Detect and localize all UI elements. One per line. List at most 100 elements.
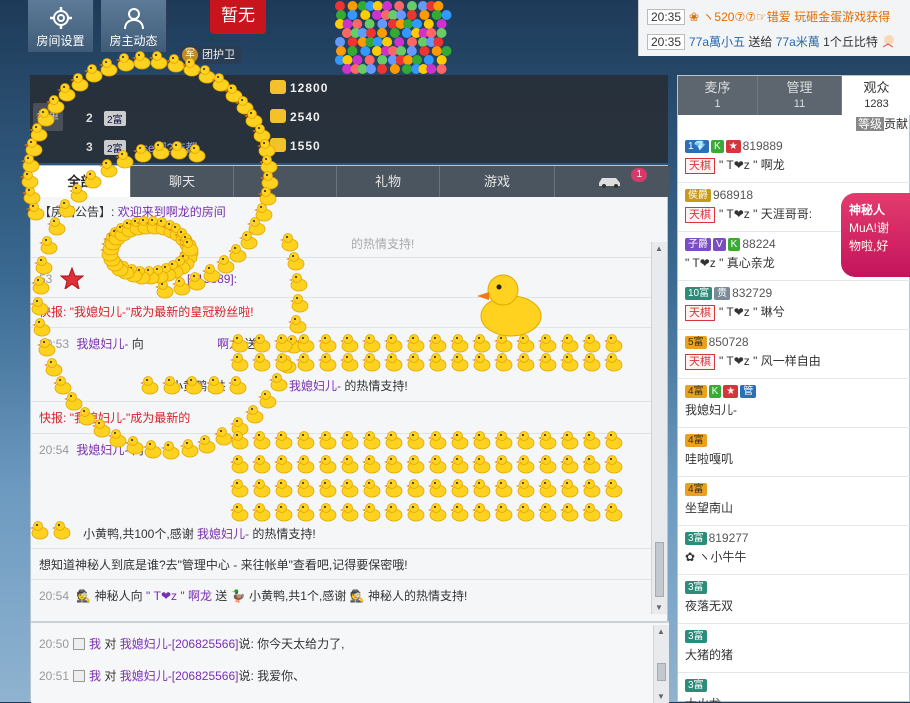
balloon	[396, 46, 407, 56]
tab-chat[interactable]: 聊天	[131, 166, 234, 197]
user-id[interactable]: [819889]:	[187, 272, 237, 286]
private-target[interactable]: 我媳妇儿-[206825566]	[120, 637, 239, 651]
user-name[interactable]: 大火龙	[685, 697, 721, 703]
balloon	[352, 19, 363, 29]
user-name[interactable]: ✿ ヽ小牛牛	[685, 550, 746, 564]
balloon	[407, 37, 418, 47]
user-name[interactable]: 大猪的猪	[685, 648, 733, 662]
user-name[interactable]: 夜落无双	[685, 599, 733, 613]
rank-number: 3	[86, 140, 93, 154]
chat-send: 送	[215, 589, 228, 603]
chat-username[interactable]: 我媳妇儿-	[197, 527, 249, 541]
user-tag: 天棋	[685, 305, 715, 321]
broadcast-user[interactable]: 77a萬小五	[689, 35, 745, 49]
host-updates-button[interactable]: 房主动态	[101, 0, 167, 52]
user-badge-icon: 贵	[714, 287, 731, 300]
chat-send: 送	[244, 337, 257, 351]
ranking-panel: 榜单 12800 2 2富 2540 3 2富 se啊?咋都 1550	[30, 75, 668, 163]
notice-label: 【房间公告】:	[39, 205, 115, 219]
ranking-row[interactable]: 2 2富 2540	[30, 104, 668, 133]
user-name[interactable]: " T❤z " 天涯哥哥:	[719, 207, 812, 221]
user-list-item[interactable]: 3富 大猪的猪	[678, 624, 910, 673]
audience-tabs: 麦序 1 管理 11 观众 1283	[678, 76, 910, 115]
scroll-up-arrow[interactable]: ▲	[655, 244, 663, 253]
chat-line: 53 [819889]:	[39, 266, 237, 291]
user-name[interactable]: " T❤z " 琳兮	[719, 305, 785, 319]
user-list-item[interactable]: 3富大火龙	[678, 673, 910, 703]
balloon	[366, 28, 377, 38]
chat-username[interactable]: 神秘人向	[95, 589, 143, 603]
balloon	[423, 19, 434, 29]
sort-by-contrib[interactable]: 贡献	[884, 117, 908, 131]
tab-label: 管理	[786, 80, 813, 95]
user-list-item[interactable]: 4富 坐望南山	[678, 477, 910, 526]
user-list-item[interactable]: 4富 哇啦嘎叽	[678, 428, 910, 477]
private-line: 20:50 我 对 我媳妇儿-[206825566]说: 你今天太给力了,	[39, 635, 345, 653]
star-badge-icon	[59, 266, 85, 291]
tab-car[interactable]: 1	[555, 166, 669, 197]
broadcast-box: 20:35 ❀ ヽ520⑦⑦☞错爱 玩砸金蛋游戏获得 20:35 77a萬小五 送给…	[638, 0, 910, 56]
tab-games[interactable]: 游戏	[440, 166, 555, 197]
ranking-row[interactable]: 12800	[30, 75, 668, 104]
user-name[interactable]: 坐望南山	[685, 501, 733, 515]
private-scrollbar[interactable]: ▲ ▼	[653, 625, 669, 703]
rank-number: 2	[86, 111, 93, 125]
scroll-up-arrow[interactable]: ▲	[657, 627, 665, 636]
user-row-bottom: 天棋 " T❤z " 啊龙	[685, 157, 785, 174]
balloon	[372, 37, 383, 47]
balloon	[436, 64, 447, 74]
user-name[interactable]: 哇啦嘎叽	[685, 452, 733, 466]
tab-admins[interactable]: 管理 11	[758, 76, 842, 115]
user-list-item[interactable]: 4富 K ★ 管我媳妇儿-	[678, 379, 910, 428]
user-name[interactable]: " T❤z " 风一样自由	[719, 354, 821, 368]
tab-third[interactable]	[234, 166, 337, 197]
chat-scrollbar[interactable]: ▲ ▼	[651, 242, 667, 614]
tab-gifts[interactable]: 礼物	[337, 166, 440, 197]
user-list-item[interactable]: 10富贵 832729 天棋 " T❤z " 琳兮	[678, 281, 910, 330]
guard-label[interactable]: 军 团护卫	[180, 46, 241, 64]
scroll-down-arrow[interactable]: ▼	[655, 603, 663, 612]
balloon	[360, 10, 371, 20]
mystery-panel[interactable]: 神秘人 MuA!谢 物啦,好	[841, 193, 910, 277]
chat-target[interactable]: 啊龙	[217, 337, 241, 351]
balloon	[419, 10, 430, 20]
balloon	[423, 55, 434, 65]
message-icon	[73, 670, 86, 682]
user-list-item[interactable]: 1💎 K ★ 819889 天棋 " T❤z " 啊龙	[678, 134, 910, 183]
scroll-thumb[interactable]	[655, 542, 664, 597]
user-row-bottom: 天棋 " T❤z " 琳兮	[685, 304, 785, 321]
tab-mic-queue[interactable]: 麦序 1	[678, 76, 758, 115]
chat-username[interactable]: 我媳妇儿-	[76, 443, 128, 457]
balloon	[352, 55, 363, 65]
balloon	[341, 28, 352, 38]
balloon	[382, 37, 393, 47]
flash-text: "我媳妇儿-"成为最新的皇冠粉丝啦!	[69, 305, 254, 319]
private-me: 我	[89, 637, 102, 651]
chat-username[interactable]: 我媳妇儿-	[289, 379, 341, 393]
ranking-row[interactable]: 3 2富 se啊?咋都 1550	[30, 133, 668, 162]
flash-news: 快报: "我媳妇儿-"成为最新的	[39, 409, 190, 427]
chat-target[interactable]: " T❤z " 啊龙	[146, 589, 212, 603]
broadcast-target[interactable]: 77a米萬	[776, 35, 820, 49]
user-badge-icon: V	[713, 238, 726, 251]
tab-audience[interactable]: 观众 1283	[842, 76, 910, 115]
user-list-item[interactable]: 3富 夜落无双	[678, 575, 910, 624]
broadcast-user[interactable]: ❀ ヽ520⑦⑦☞错爱	[689, 10, 791, 24]
user-list-item[interactable]: 3富 819277 ✿ ヽ小牛牛	[678, 526, 910, 575]
scroll-down-arrow[interactable]: ▼	[657, 692, 665, 701]
chat-username[interactable]: 我媳妇儿-	[76, 337, 128, 351]
sort-by-level[interactable]: 等级	[856, 117, 885, 131]
balloon	[436, 19, 447, 29]
user-list-item[interactable]: 5富 850728 天棋 " T❤z " 风一样自由	[678, 330, 910, 379]
room-settings-button[interactable]: 房间设置	[28, 0, 94, 52]
user-name[interactable]: " T❤z " 真心亲龙	[685, 256, 775, 270]
room-notice: 【房间公告】: 欢迎来到啊龙的房间	[39, 203, 226, 221]
user-tag: 天棋	[685, 158, 715, 174]
tab-all[interactable]: 全部	[31, 166, 131, 197]
user-name[interactable]: " T❤z " 啊龙	[719, 158, 785, 172]
scroll-thumb[interactable]	[657, 663, 666, 681]
army-badge-icon: 军	[182, 47, 198, 63]
private-target[interactable]: 我媳妇儿-[206825566]	[120, 669, 239, 683]
private-text: 你今天太给力了,	[257, 637, 345, 651]
user-name[interactable]: 我媳妇儿-	[685, 403, 737, 417]
